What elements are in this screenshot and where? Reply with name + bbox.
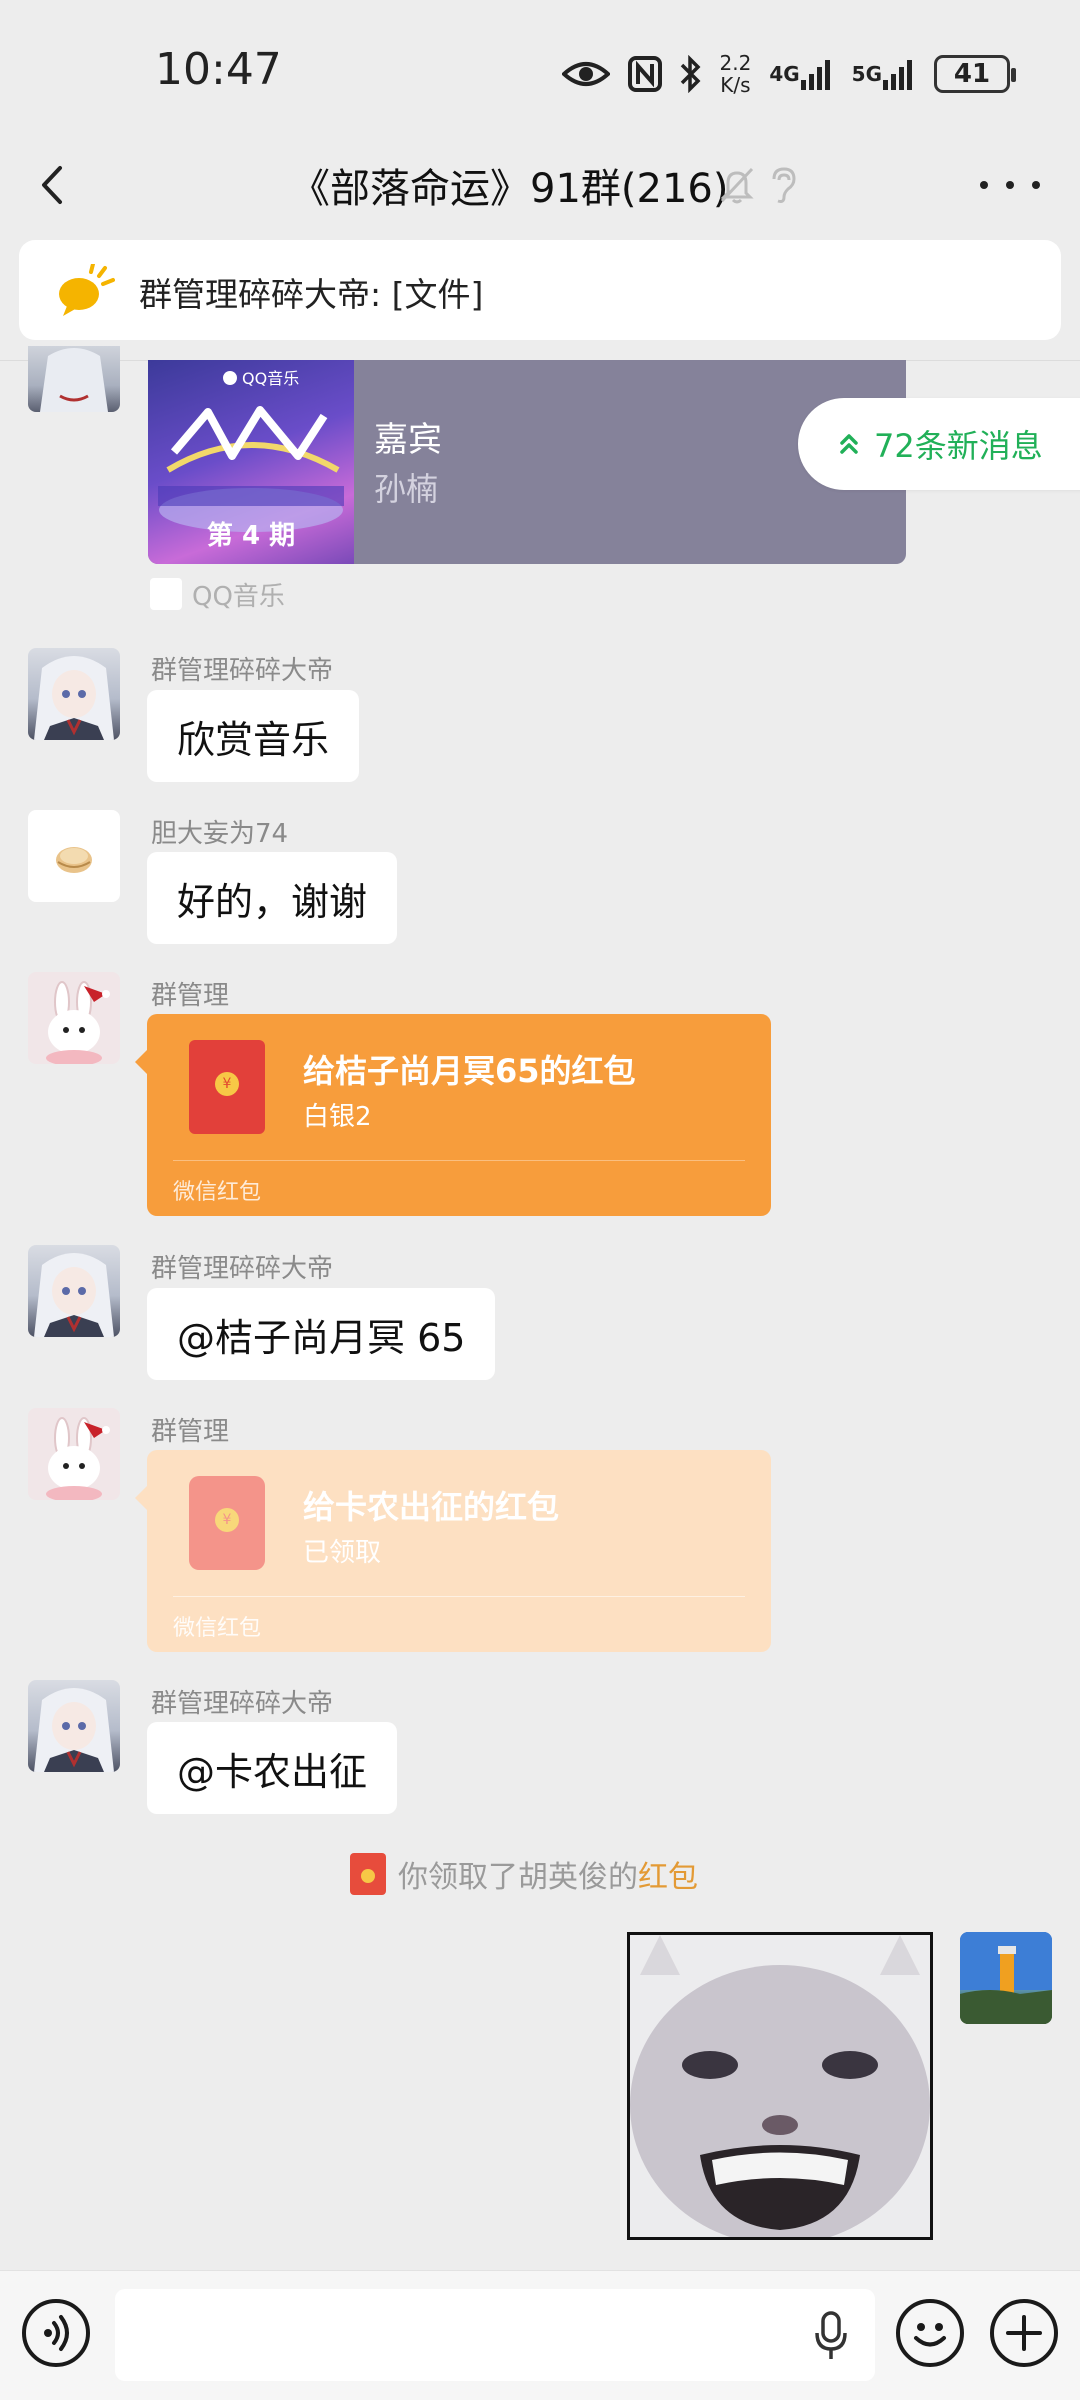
status-icons: 2.2 K/s 4G 5G 41: [561, 46, 1016, 102]
system-message-text: 你领取了胡英俊的: [398, 1860, 638, 1895]
message-bubble[interactable]: @卡农出征: [147, 1722, 398, 1814]
red-packet-divider: [173, 1160, 745, 1161]
signal-5g: 5G: [852, 58, 916, 90]
cover-episode-text: 第 4 期: [207, 520, 295, 551]
double-chevron-up-icon: [840, 434, 858, 454]
music-share-card[interactable]: QQ音乐 第 4 期 嘉宾 孙楠: [148, 360, 906, 564]
red-packet-message[interactable]: ¥ 给卡农出征的红包 已领取 微信红包: [135, 1450, 771, 1652]
back-arrow-icon[interactable]: [30, 158, 80, 212]
opened-red-envelope-icon: ¥: [189, 1476, 265, 1570]
bluetooth-icon: [680, 55, 702, 93]
announcement-text: 群管理碎碎大帝: [文件]: [139, 275, 484, 314]
music-title: 嘉宾: [374, 420, 442, 460]
music-cover-image: QQ音乐 第 4 期: [148, 360, 354, 564]
message-input[interactable]: [115, 2289, 875, 2381]
status-bar: 10:47 2.2 K/s 4G 5G 41: [0, 0, 1080, 140]
sender-name: 群管理: [151, 981, 230, 1011]
mute-bell-icon: [720, 165, 754, 205]
cover-brand-text: QQ音乐: [242, 369, 299, 388]
avatar[interactable]: [28, 1680, 120, 1772]
music-source: QQ音乐: [150, 576, 285, 612]
qq-music-icon: [150, 578, 182, 610]
nfc-icon: [627, 56, 662, 92]
new-messages-button[interactable]: 72条新消息: [798, 398, 1080, 490]
red-packet-subtitle: 已领取: [303, 1538, 382, 1568]
sender-name: 群管理: [151, 1417, 230, 1447]
red-packet-title: 给桔子尚月冥65的红包: [303, 1052, 636, 1090]
net-speed-value: 2.2: [719, 51, 752, 75]
net-5g-label: 5G: [851, 62, 882, 86]
message-bubble[interactable]: 好的，谢谢: [147, 852, 398, 944]
avatar[interactable]: [28, 1408, 120, 1500]
red-packet-title: 给卡农出征的红包: [303, 1488, 560, 1526]
bubble-tail: [135, 1050, 147, 1074]
voice-icon[interactable]: [22, 2299, 90, 2367]
avatar[interactable]: [28, 972, 120, 1064]
music-source-label: QQ音乐: [192, 581, 285, 612]
red-packet-subtitle: 白银2: [303, 1102, 372, 1132]
red-packet-divider: [173, 1596, 745, 1597]
signal-bars-icon: [800, 60, 830, 90]
my-avatar[interactable]: [960, 1932, 1052, 2024]
new-messages-label: 72条新消息: [874, 427, 1043, 465]
net-speed: 2.2 K/s: [720, 52, 752, 96]
signal-4g: 4G: [769, 58, 833, 90]
red-envelope-icon: [350, 1853, 386, 1895]
group-announcement-bar[interactable]: 群管理碎碎大帝: [文件]: [19, 240, 1061, 340]
more-icon[interactable]: [980, 160, 1040, 210]
red-packet-footer: 微信红包: [173, 1616, 262, 1641]
sender-name: 胆大妄为74: [151, 819, 289, 849]
signal-bars-icon: [883, 60, 912, 90]
ear-icon: [768, 165, 798, 205]
red-packet-footer: 微信红包: [173, 1180, 262, 1205]
sticker-image-message[interactable]: [627, 1932, 933, 2240]
plus-icon[interactable]: [990, 2299, 1058, 2367]
announcement-icon: [55, 262, 115, 320]
message-bubble[interactable]: @桔子尚月冥 65: [147, 1288, 496, 1380]
battery-level: 41: [953, 59, 991, 89]
sender-name: 群管理碎碎大帝: [151, 1689, 334, 1719]
system-message: 你领取了胡英俊的 红包: [350, 1852, 698, 1896]
message-bubble[interactable]: 欣赏音乐: [147, 690, 360, 782]
chat-input-bar: [0, 2270, 1080, 2400]
sender-name: 群管理碎碎大帝: [151, 1254, 334, 1284]
red-envelope-icon: ¥: [189, 1040, 265, 1134]
emoji-icon[interactable]: [896, 2299, 964, 2367]
net-speed-unit: K/s: [720, 73, 751, 97]
eye-icon: [561, 58, 610, 90]
red-packet-link[interactable]: 红包: [638, 1852, 698, 1896]
status-time: 10:47: [155, 44, 282, 95]
net-4g-label: 4G: [769, 62, 800, 86]
sender-name: 群管理碎碎大帝: [151, 656, 334, 686]
avatar[interactable]: [28, 1245, 120, 1337]
avatar[interactable]: [28, 648, 120, 740]
chat-nav-bar: 《部落命运》91群(216): [0, 140, 1080, 230]
chat-title: 《部落命运》91群(216): [290, 166, 729, 212]
avatar[interactable]: [28, 346, 120, 412]
mic-icon[interactable]: [813, 2311, 849, 2361]
music-artist: 孙楠: [374, 470, 439, 508]
bubble-tail: [135, 1486, 147, 1510]
avatar[interactable]: [28, 810, 120, 902]
battery-icon: 41: [934, 55, 1016, 93]
red-packet-message[interactable]: ¥ 给桔子尚月冥65的红包 白银2 微信红包: [135, 1014, 771, 1216]
